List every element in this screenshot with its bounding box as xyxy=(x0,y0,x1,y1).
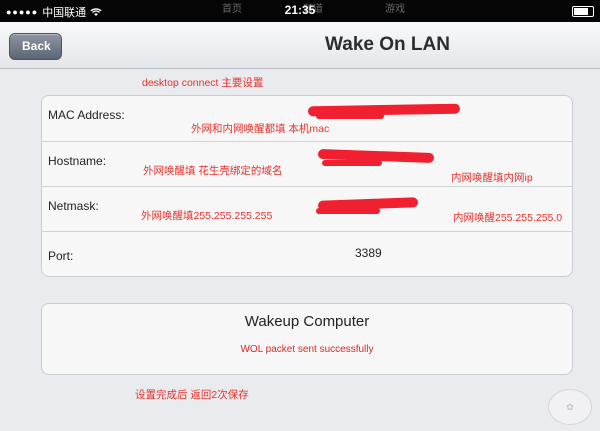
annotation-hostname-lan: 内网唤醒填内网ip xyxy=(451,172,533,184)
back-button[interactable]: Back xyxy=(9,33,62,60)
back-button-label: Back xyxy=(22,39,51,53)
battery-icon xyxy=(572,6,594,17)
wakeup-computer-label: Wakeup Computer xyxy=(244,313,370,330)
wakeup-computer-button[interactable]: Wakeup Computer WOL packet sent successf… xyxy=(41,303,573,375)
redacted-hostname-value-2 xyxy=(322,160,382,166)
watermark-logo-icon: ✿ xyxy=(548,389,592,425)
annotation-footer: 设置完成后 返回2次保存 xyxy=(135,389,249,401)
mac-address-label: MAC Address: xyxy=(48,108,125,122)
port-label: Port: xyxy=(48,249,74,263)
redacted-netmask-value-2 xyxy=(316,208,380,214)
port-row[interactable]: Port: 3389 xyxy=(42,231,572,277)
annotation-netmask-wan: 外网唤醒填255.255.255.255 xyxy=(141,210,273,222)
hostname-label: Hostname: xyxy=(48,154,107,168)
navigation-bar: Back Wake On LAN xyxy=(0,22,600,69)
status-time: 21:35 xyxy=(284,3,316,17)
page-title: Wake On LAN xyxy=(325,34,450,55)
status-bar: ●●●●● 中国联通 首页 频道 游戏 21:35 xyxy=(0,0,600,22)
annotation-header: desktop connect 主要设置 xyxy=(142,77,264,89)
port-value: 3389 xyxy=(355,246,382,260)
redacted-mac-value-2 xyxy=(316,113,384,119)
wol-status-message: WOL packet sent successfully xyxy=(240,344,374,355)
annotation-mac: 外网和内网唤醒都填 本机mac xyxy=(191,123,330,135)
annotation-netmask-lan: 内网唤醒255.255.255.0 xyxy=(453,212,563,224)
netmask-row[interactable]: Netmask: xyxy=(42,186,572,232)
netmask-label: Netmask: xyxy=(48,199,99,213)
annotation-hostname-wan: 外网唤醒填 花生壳绑定的域名 xyxy=(143,165,283,177)
